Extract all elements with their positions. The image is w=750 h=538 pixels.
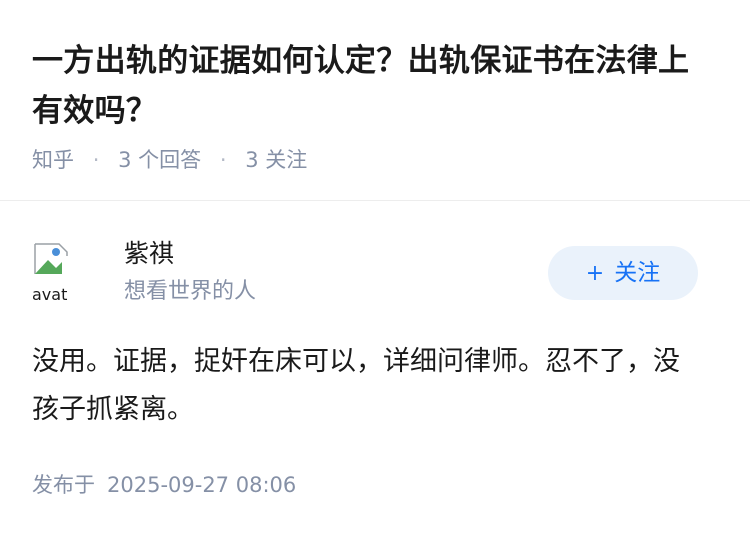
answer-count-label: 个回答 xyxy=(138,148,202,172)
author-name[interactable]: 紫祺 xyxy=(124,236,174,272)
meta-separator: · xyxy=(219,148,227,172)
author-bio: 想看世界的人 xyxy=(124,279,257,304)
source-label[interactable]: 知乎 xyxy=(32,148,74,172)
answer-content[interactable]: 没用。证据，捉奸在床可以，详细问律师。忍不了，没孩子抓紧离。 xyxy=(32,338,692,434)
published-label: 发布于 xyxy=(32,473,95,497)
follow-button-label: 关注 xyxy=(614,260,661,286)
question-header: 一方出轨的证据如何认定？出轨保证书在法律上有效吗？ 知乎 · 3 个回答 · 3… xyxy=(0,0,750,201)
meta-separator: · xyxy=(92,148,100,172)
follow-count-label: 关注 xyxy=(265,148,308,172)
follow-count: 3 xyxy=(245,148,259,172)
answer-page: 一方出轨的证据如何认定？出轨保证书在法律上有效吗？ 知乎 · 3 个回答 · 3… xyxy=(0,0,750,538)
plus-icon: + xyxy=(585,261,605,286)
question-meta: 知乎 · 3 个回答 · 3 关注 xyxy=(32,145,307,175)
answer-count: 3 xyxy=(118,148,132,172)
avatar[interactable]: avat xyxy=(32,240,94,302)
broken-image-icon: avat xyxy=(32,240,94,302)
answer-author: avat 紫祺 想看世界的人 + 关注 xyxy=(32,236,718,308)
answer-time: 发布于 2025-09-27 08:06 xyxy=(32,468,296,502)
follow-button[interactable]: + 关注 xyxy=(548,246,698,300)
published-time: 2025-09-27 08:06 xyxy=(107,473,297,497)
svg-text:avat: avat xyxy=(32,285,67,302)
question-title[interactable]: 一方出轨的证据如何认定？出轨保证书在法律上有效吗？ xyxy=(32,36,718,136)
